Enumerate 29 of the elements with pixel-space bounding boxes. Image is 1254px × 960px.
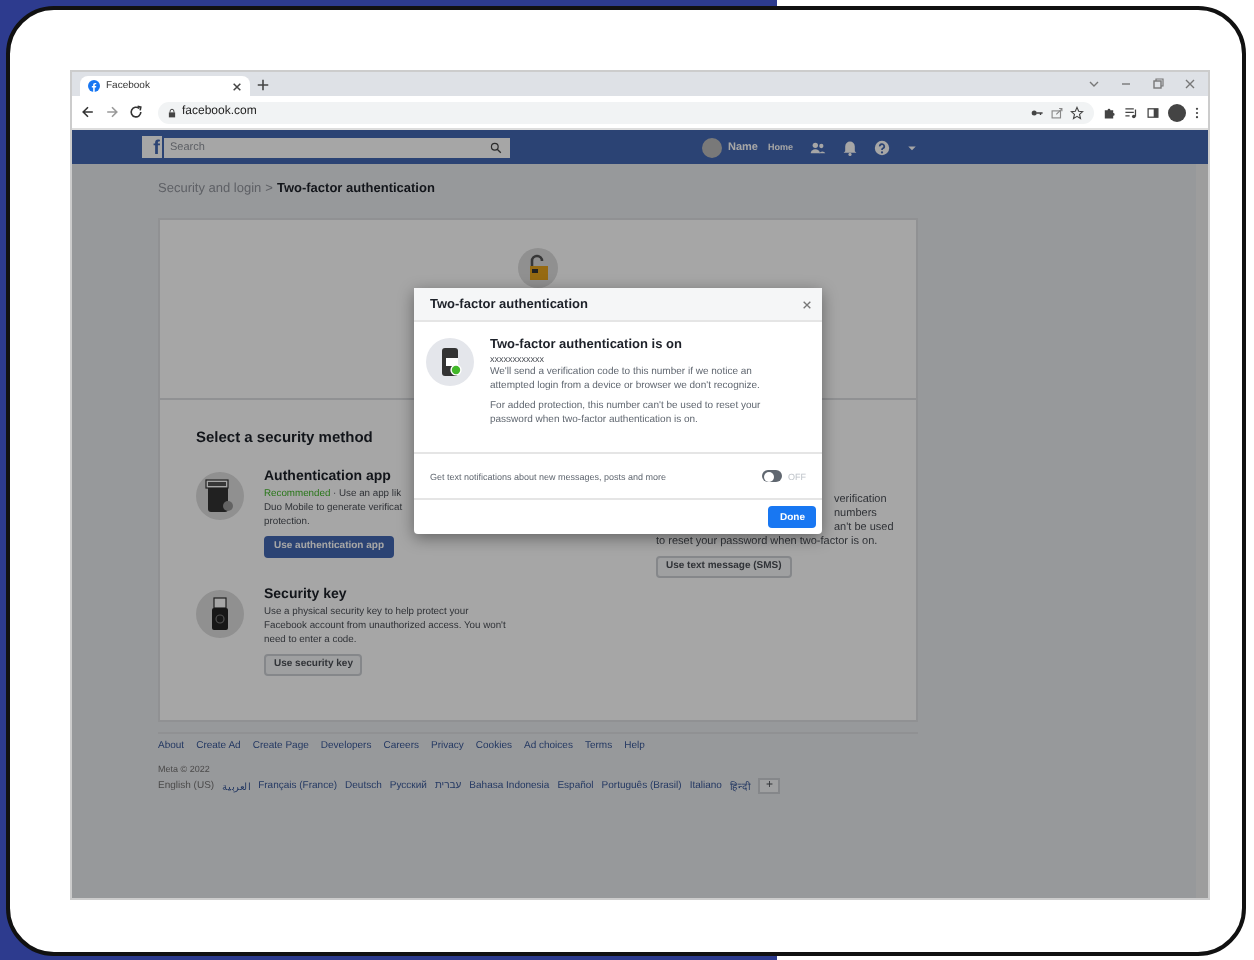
restore-icon[interactable] bbox=[1150, 76, 1166, 92]
phone-app-icon bbox=[196, 472, 244, 520]
facebook-logo[interactable]: f bbox=[142, 136, 162, 158]
music-list-icon[interactable] bbox=[1124, 105, 1138, 119]
plus-icon[interactable] bbox=[256, 77, 270, 91]
close-icon[interactable] bbox=[802, 299, 812, 309]
close-icon[interactable] bbox=[232, 81, 242, 91]
scrollbar[interactable] bbox=[1196, 164, 1208, 898]
reload-icon[interactable] bbox=[128, 104, 144, 120]
profile-avatar-icon[interactable] bbox=[1168, 103, 1186, 121]
usb-key-icon bbox=[196, 590, 244, 638]
chevron-down-icon[interactable] bbox=[1086, 76, 1102, 92]
back-arrow-icon[interactable] bbox=[80, 104, 96, 120]
share-icon[interactable] bbox=[1050, 105, 1064, 119]
menu-icon[interactable] bbox=[1194, 105, 1200, 119]
help-icon[interactable] bbox=[873, 139, 889, 155]
avatar-icon[interactable] bbox=[702, 137, 722, 157]
bell-icon[interactable] bbox=[841, 139, 857, 155]
phone-check-icon bbox=[426, 338, 474, 386]
search-icon bbox=[490, 141, 502, 153]
lock-icon bbox=[168, 107, 176, 117]
friends-icon[interactable] bbox=[809, 139, 825, 155]
notification-toggle[interactable] bbox=[762, 470, 782, 482]
facebook-logo-icon bbox=[88, 80, 100, 92]
key-icon[interactable] bbox=[1030, 105, 1044, 119]
sidebar-icon[interactable] bbox=[1146, 105, 1160, 119]
forward-arrow-icon[interactable] bbox=[104, 104, 120, 120]
puzzle-icon[interactable] bbox=[1102, 105, 1116, 119]
star-icon[interactable] bbox=[1070, 105, 1084, 119]
